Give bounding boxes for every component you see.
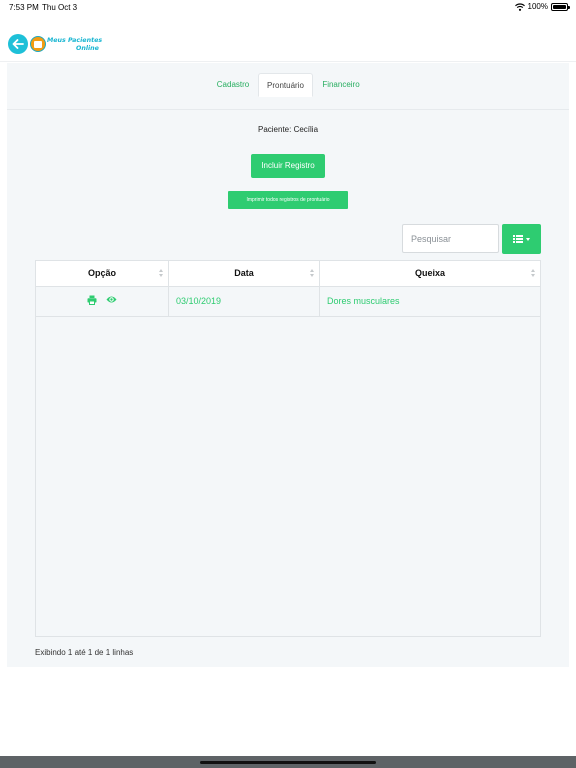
tab-cadastro[interactable]: Cadastro [208,73,258,97]
battery-percent: 100% [527,2,548,11]
sort-icon [531,269,536,278]
column-header-label: Opção [87,268,116,278]
home-indicator[interactable] [200,761,376,764]
column-header-label: Data [234,268,254,278]
pagination-info: Exibindo 1 até 1 de 1 linhas [35,648,134,657]
back-button[interactable] [8,34,28,54]
add-record-button[interactable]: Incluir Registro [251,154,325,178]
status-date: Thu Oct 3 [42,3,78,12]
tab-bar: Cadastro Prontuário Financeiro [7,63,569,110]
logo-line-2: Online [76,44,99,52]
column-header-queixa[interactable]: Queixa [320,261,540,286]
logo-icon [30,36,46,52]
main-panel: Cadastro Prontuário Financeiro Paciente:… [7,63,569,667]
tab-prontuario[interactable]: Prontuário [258,73,313,97]
eye-icon[interactable] [106,295,117,304]
cell-data[interactable]: 03/10/2019 [169,287,320,316]
column-header-data[interactable]: Data [169,261,320,286]
search-input[interactable] [402,224,499,253]
battery-icon [551,2,570,11]
print-all-records-button[interactable]: Imprimir todos registros de prontuário [228,191,348,209]
column-header-opcao[interactable]: Opção [36,261,169,286]
sort-icon [159,269,164,278]
columns-toggle-button[interactable] [502,224,541,254]
sort-icon [310,269,315,278]
status-indicators: 100% [514,2,570,11]
status-time: 7:53 PM [9,3,39,12]
patient-name: Paciente: Cecília [257,125,319,134]
cell-opcao [36,287,169,316]
status-bar: 7:53 PM Thu Oct 3 100% [0,0,576,14]
print-icon[interactable] [87,295,97,305]
table-row: 03/10/2019 Dores musculares [36,287,540,317]
column-header-label: Queixa [414,268,445,278]
app-header: Meus Pacientes Online [0,14,576,62]
logo-line-1: Meus Pacientes [47,37,103,44]
wifi-icon [514,2,525,11]
table-header: Opção Data Queixa [36,261,540,287]
list-icon [513,235,523,243]
chevron-down-icon [526,237,530,241]
back-arrow-icon [12,39,24,49]
records-table: Opção Data Queixa 03/10/2019 Dores muscu… [35,260,541,637]
tab-financeiro[interactable]: Financeiro [316,73,366,97]
system-bottom-bar [0,756,576,768]
app-logo-text: Meus Pacientes Online [47,37,102,52]
cell-queixa[interactable]: Dores musculares [320,287,540,316]
